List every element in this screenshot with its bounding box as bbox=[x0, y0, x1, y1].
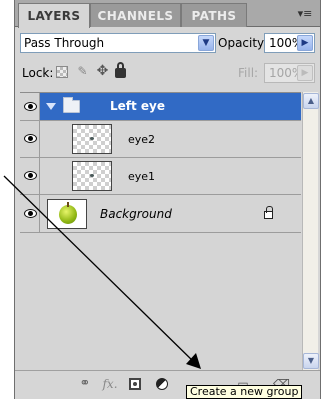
layer-thumbnail bbox=[72, 161, 112, 191]
chevron-right-icon[interactable]: ▶ bbox=[297, 35, 313, 51]
layer-list-scrollbar[interactable]: ▲ ▼ bbox=[302, 92, 319, 370]
lock-transparent-pixels-icon[interactable] bbox=[56, 66, 68, 78]
folder-icon bbox=[63, 97, 80, 113]
layer-thumbnail bbox=[72, 124, 112, 154]
panel-tab-strip: LAYERS CHANNELS PATHS ▾≡ bbox=[15, 0, 320, 28]
layer-name: Left eye bbox=[110, 99, 166, 113]
layer-name: eye1 bbox=[128, 170, 156, 183]
chevron-down-icon[interactable]: ▼ bbox=[198, 35, 214, 51]
layer-list: Left eye eye2 eye1 Background bbox=[20, 92, 301, 370]
blend-mode-value: Pass Through bbox=[24, 36, 105, 50]
background-thumbnail bbox=[47, 199, 87, 229]
opacity-label: Opacity: bbox=[218, 36, 268, 50]
layer-name: Background bbox=[100, 207, 172, 221]
tab-channels[interactable]: CHANNELS bbox=[90, 3, 181, 27]
tab-paths[interactable]: PATHS bbox=[181, 3, 247, 27]
link-icon[interactable]: ⚭ bbox=[77, 376, 93, 392]
scroll-up-icon[interactable]: ▲ bbox=[303, 93, 319, 109]
opacity-field[interactable]: 100% ▶ bbox=[264, 33, 315, 53]
lock-image-pixels-icon[interactable]: ✎ bbox=[75, 64, 90, 79]
visibility-eye-icon[interactable] bbox=[20, 158, 40, 194]
blend-mode-select[interactable]: Pass Through ▼ bbox=[20, 33, 216, 53]
adjustment-icon[interactable] bbox=[154, 376, 170, 392]
layer-name: eye2 bbox=[128, 133, 156, 146]
lock-position-icon[interactable]: ✥ bbox=[95, 64, 110, 79]
apple-image bbox=[59, 205, 77, 224]
visibility-eye-icon[interactable] bbox=[20, 121, 40, 157]
scroll-down-icon[interactable]: ▼ bbox=[303, 353, 319, 369]
visibility-eye-icon[interactable] bbox=[20, 195, 40, 232]
fill-field: 100% ▶ bbox=[264, 63, 315, 83]
fill-label: Fill: bbox=[238, 66, 259, 80]
lock-label: Lock: bbox=[22, 66, 54, 80]
layer-row-eye1[interactable]: eye1 bbox=[20, 158, 301, 195]
layer-row-eye2[interactable]: eye2 bbox=[20, 121, 301, 158]
fx-icon[interactable]: fx. bbox=[102, 376, 118, 392]
layers-panel: LAYERS CHANNELS PATHS ▾≡ Pass Through ▼ … bbox=[14, 0, 321, 399]
mask-icon[interactable] bbox=[127, 376, 143, 392]
visibility-eye-icon[interactable] bbox=[20, 93, 40, 120]
tooltip: Create a new group bbox=[186, 385, 303, 399]
lock-icon bbox=[264, 206, 273, 219]
panel-menu-icon[interactable]: ▾≡ bbox=[294, 7, 316, 21]
chevron-right-icon: ▶ bbox=[297, 65, 313, 81]
layer-row-left-eye[interactable]: Left eye bbox=[20, 93, 301, 121]
layer-row-background[interactable]: Background bbox=[20, 195, 301, 233]
expand-triangle-icon[interactable] bbox=[46, 103, 56, 110]
tab-layers[interactable]: LAYERS bbox=[18, 3, 90, 28]
lock-all-icon[interactable] bbox=[115, 62, 126, 78]
